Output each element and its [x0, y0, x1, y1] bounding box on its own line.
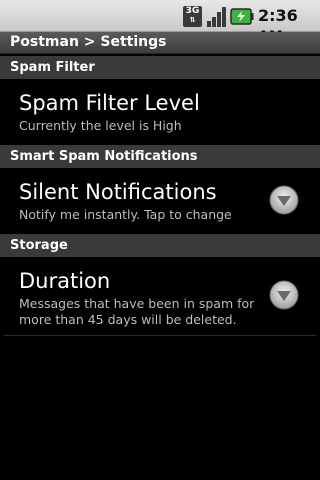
list-divider — [4, 335, 316, 336]
pref-duration[interactable]: Duration Messages that have been in spam… — [0, 257, 320, 335]
pref-summary: Messages that have been in spam for more… — [19, 296, 255, 327]
pref-title: Silent Notifications — [19, 180, 217, 204]
status-bar: 3G ⇅ 2:36 AM — [0, 0, 320, 45]
pref-title: Duration — [19, 269, 111, 293]
window-title: Postman > Settings — [10, 34, 167, 50]
pref-title: Spam Filter Level — [19, 91, 200, 115]
pref-summary: Currently the level is High — [19, 118, 182, 133]
dropdown-arrow-icon[interactable] — [269, 185, 299, 215]
pref-spam-filter-level[interactable]: Spam Filter Level Currently the level is… — [0, 79, 320, 145]
category-label: Spam Filter — [10, 60, 95, 75]
pref-silent-notifications[interactable]: Silent Notifications Notify me instantly… — [0, 168, 320, 234]
dropdown-arrow-icon[interactable] — [269, 280, 299, 310]
clock-time: 2:36 — [258, 6, 298, 25]
category-storage: Storage — [0, 234, 320, 257]
signal-strength-icon — [207, 7, 226, 27]
pref-summary: Notify me instantly. Tap to change — [19, 207, 232, 222]
category-label: Smart Spam Notifications — [10, 149, 198, 164]
category-smart-spam-notifications: Smart Spam Notifications — [0, 145, 320, 168]
network-type-label: 3G — [185, 6, 200, 16]
window-title-bar: Postman > Settings — [0, 32, 320, 54]
category-spam-filter: Spam Filter — [0, 56, 320, 79]
3g-data-icon: 3G ⇅ — [183, 6, 202, 27]
category-label: Storage — [10, 238, 68, 253]
battery-charging-icon — [230, 8, 254, 25]
